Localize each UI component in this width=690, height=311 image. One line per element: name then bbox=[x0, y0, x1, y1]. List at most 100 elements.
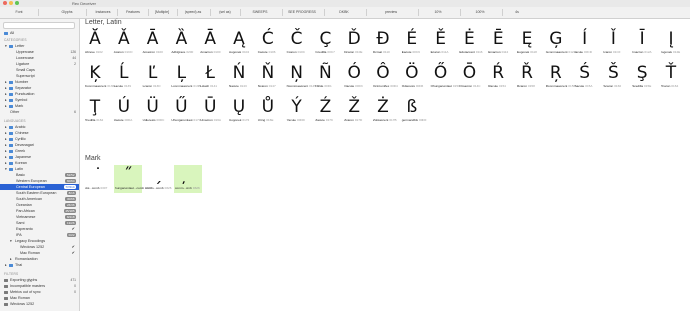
glyph-code: 0179 bbox=[325, 118, 333, 122]
toolbar-item[interactable]: (sel as) bbox=[210, 8, 240, 16]
glyph-cell-gcommaaccent[interactable]: Ģ Gcommaaccent0122 bbox=[545, 29, 576, 57]
toolbar-item[interactable]: 100% bbox=[460, 8, 500, 16]
toolbar-item[interactable]: SWEEPS bbox=[240, 8, 280, 16]
glyph-cell-uogonek[interactable]: Ų Uogonek0172 bbox=[228, 97, 250, 125]
filter-windows-1252[interactable]: Windows 1252 bbox=[0, 301, 79, 307]
glyph-code: 0147 bbox=[268, 84, 276, 88]
toolbar-item[interactable]: preview bbox=[366, 8, 416, 16]
glyph-label: Amacron0100 bbox=[143, 50, 163, 54]
glyph-cell-racute[interactable]: Ŕ Racute0154 bbox=[487, 63, 509, 91]
glyph-cell-dcroat[interactable]: Đ Dcroat0110 bbox=[372, 29, 394, 57]
glyph-cell-uacute[interactable]: Ú Uacute00DA bbox=[113, 97, 135, 125]
glyph-cell-omacron[interactable]: Ō Omacron014C bbox=[458, 63, 480, 91]
glyph-cell-ecaron[interactable]: Ě Ecaron011A bbox=[430, 29, 452, 57]
glyph-cell-aogonek[interactable]: Ą Aogonek0104 bbox=[228, 29, 250, 57]
glyph-cell-ncaron[interactable]: Ň Ncaron0147 bbox=[257, 63, 279, 91]
glyph-cell-ntilde[interactable]: Ñ Ntilde00D1 bbox=[314, 63, 336, 91]
glyph-code: 00D4 bbox=[390, 84, 398, 88]
glyph-cell-dcaron[interactable]: Ď Dcaron010E bbox=[343, 29, 365, 57]
glyph-cell-kcommaaccent[interactable]: Ķ Kcommaaccent0136 bbox=[84, 63, 114, 91]
glyph-code: 015A bbox=[585, 84, 593, 88]
toolbar: Font Glyphs Instances Features [Multiple… bbox=[0, 7, 690, 19]
glyph-cell-ccedilla[interactable]: Ç Ccedilla00C7 bbox=[314, 29, 336, 57]
glyph-cell-eacute[interactable]: É Eacute00C9 bbox=[401, 29, 423, 57]
glyph-code: 00D6 bbox=[415, 84, 424, 88]
glyph-cell-yacute[interactable]: Ý Yacute00DD bbox=[286, 97, 308, 125]
glyph-cell-ncommaaccent[interactable]: Ņ Ncommaaccent0145 bbox=[286, 63, 316, 91]
toolbar-item[interactable]: 10% bbox=[418, 8, 458, 16]
sidebar-item-other[interactable]: Other 6 bbox=[0, 109, 79, 115]
glyph-cell-zdotaccent[interactable]: Ż Zdotaccent017B bbox=[372, 97, 397, 125]
glyph-cell-cacute[interactable]: Ć Cacute0106 bbox=[257, 29, 279, 57]
glyph-preview: Ų bbox=[232, 97, 246, 117]
mark-cell-commcmb[interactable]: ̦comm...cmb0326 bbox=[174, 165, 202, 193]
glyph-cell-emacron[interactable]: Ē Emacron0112 bbox=[487, 29, 509, 57]
glyph-cell-lcommaaccent[interactable]: Ļ Lcommaaccent013B bbox=[170, 63, 200, 91]
glyph-cell-tcedilla[interactable]: Ţ Tcedilla0162 bbox=[84, 97, 106, 125]
glyph-cell-zcaron[interactable]: Ž Zcaron017D bbox=[343, 97, 365, 125]
glyph-cell-uring[interactable]: Ů Uring016E bbox=[257, 97, 279, 125]
glyph-cell-oacute[interactable]: Ó Oacute00D3 bbox=[343, 63, 365, 91]
toolbar-item[interactable]: Instances bbox=[88, 8, 118, 16]
glyph-cell-lslash[interactable]: Ł Lslash0141 bbox=[199, 63, 221, 91]
toolbar-item[interactable]: [Multiple] bbox=[148, 8, 176, 16]
glyph-cell-umacron[interactable]: Ū Umacron016A bbox=[199, 97, 221, 125]
sidebar-item-thai[interactable]: ▸ Thai bbox=[0, 262, 79, 268]
glyph-label: Umacron016A bbox=[200, 118, 221, 122]
glyph-cell-adblgrave[interactable]: Ȁ Adblgrave0200 bbox=[170, 29, 193, 57]
glyph-cell-icaron[interactable]: Ǐ Icaron01CF bbox=[602, 29, 624, 57]
glyph-cell-amacron[interactable]: Ā Amacron0100 bbox=[199, 29, 221, 57]
glyph-label: Iogonek012E bbox=[661, 50, 680, 54]
mark-cell-dotcomb[interactable]: ˙ dot...comb0307 bbox=[84, 165, 112, 193]
minimize-window-button[interactable] bbox=[9, 1, 13, 5]
glyph-cell-lcaron[interactable]: Ľ Lcaron013D bbox=[142, 63, 164, 91]
close-window-button[interactable] bbox=[3, 1, 7, 5]
toolbar-item[interactable]: Glyphs bbox=[52, 8, 82, 16]
glyph-cell-ohungarumlaut[interactable]: Ő Ohungarumlaut0150 bbox=[430, 63, 460, 91]
glyph-cell-sacute[interactable]: Ś Sacute015A bbox=[574, 63, 596, 91]
glyph-cell-germandbls[interactable]: ß germandbls00DF bbox=[401, 97, 427, 125]
toolbar-item[interactable]: 4s bbox=[502, 8, 532, 16]
glyph-cell-imacron[interactable]: Ī Imacron012A bbox=[631, 29, 653, 57]
glyph-cell-odieresis[interactable]: Ö Odieresis00D6 bbox=[401, 63, 423, 91]
glyph-cell-iogonek[interactable]: Į Iogonek012E bbox=[660, 29, 682, 57]
search-field[interactable] bbox=[3, 22, 75, 29]
toolbar-item[interactable]: Features bbox=[118, 8, 148, 16]
glyph-name: Gcommaaccent bbox=[545, 50, 568, 54]
glyph-cell-ocircumflex[interactable]: Ô Ocircumflex00D4 bbox=[372, 63, 398, 91]
glyph-name: Amacron bbox=[200, 50, 213, 54]
glyph-code: 01CD bbox=[124, 50, 133, 54]
zoom-window-button[interactable] bbox=[15, 1, 19, 5]
glyph-cell-ccaron[interactable]: Č Ccaron010C bbox=[286, 29, 308, 57]
glyph-cell-iacute[interactable]: Í Iacute00CD bbox=[574, 29, 596, 57]
glyph-cell-zacute[interactable]: Ź Zacute0179 bbox=[314, 97, 336, 125]
glyph-cell-udieresis[interactable]: Ü Udieresis00DC bbox=[142, 97, 165, 125]
glyph-cell-edotaccent[interactable]: Ė Edotaccent0116 bbox=[458, 29, 482, 57]
glyph-name: Uring bbox=[257, 118, 266, 122]
toolbar-item[interactable]: Font bbox=[4, 8, 34, 16]
glyph-cell-tcaron[interactable]: Ť Tcaron0164 bbox=[660, 63, 682, 91]
glyph-name: Tcedilla bbox=[85, 118, 96, 122]
glyph-cell-eogonek[interactable]: Ę Eogonek0118 bbox=[516, 29, 538, 57]
glyph-cell-uhungarumlaut[interactable]: Ű Uhungarumlaut0170 bbox=[170, 97, 200, 125]
glyph-cell-rcaron[interactable]: Ř Rcaron0158 bbox=[516, 63, 538, 91]
glyph-cell-rcommaaccent[interactable]: Ŗ Rcommaaccent0156 bbox=[545, 63, 575, 91]
glyph-cell-nacute[interactable]: Ń Nacute0143 bbox=[228, 63, 250, 91]
glyph-preview: Ô bbox=[376, 63, 390, 83]
glyph-name: Dcroat bbox=[373, 50, 383, 54]
mark-cell-commcomb[interactable]: ˏ comm...comb0326 bbox=[144, 165, 172, 193]
toolbar-item[interactable]: SEE PROGRESS bbox=[282, 8, 322, 16]
toolbar-item[interactable]: DKBK bbox=[324, 8, 364, 16]
glyph-code: 010E bbox=[355, 50, 363, 54]
glyph-cell-lacute[interactable]: Ĺ Lacute0139 bbox=[113, 63, 135, 91]
glyph-label: Sacute015A bbox=[575, 84, 593, 88]
glyph-cell-acaron[interactable]: Ǎ Acaron01CD bbox=[113, 29, 135, 57]
sidebar-item-all[interactable]: All bbox=[0, 30, 79, 36]
toolbar-item[interactable]: (speed) as bbox=[177, 8, 209, 16]
mark-cell-hungarumlautcomb[interactable]: ˝ hungarumlaut...comb030B bbox=[114, 165, 152, 193]
glyph-preview: Ç bbox=[319, 29, 332, 49]
glyph-cell-scedilla[interactable]: Ş Scedilla015E bbox=[631, 63, 653, 91]
glyph-cell-abreve[interactable]: Ă Abreve0102 bbox=[84, 29, 106, 57]
glyph-cell-amacron[interactable]: Ā Amacron0100 bbox=[142, 29, 164, 57]
glyph-cell-scaron[interactable]: Š Scaron0160 bbox=[602, 63, 624, 91]
